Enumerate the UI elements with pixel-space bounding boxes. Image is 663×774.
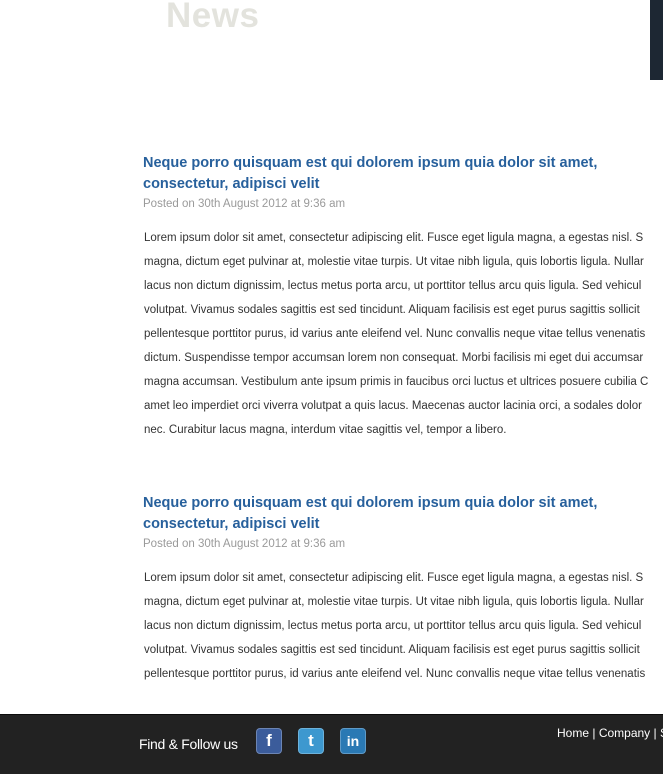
article-title-line: consectetur, adipisci velit [143,176,320,192]
article-body-line: dictum. Suspendisse tempor accumsan lore… [144,352,644,364]
article-body-line: pellentesque porttitor purus, id varius … [144,668,646,680]
article-title-line: consectetur, adipisci velit [143,516,320,532]
article-body-line: Lorem ipsum dolor sit amet, consectetur … [144,572,644,584]
article-title-line: Neque porro quisquam est qui dolorem ips… [143,155,598,171]
footer-link-company[interactable]: Company [599,726,650,740]
find-follow-label: Find & Follow us [139,736,238,752]
article-body-line: volutpat. Vivamus sodales sagittis est s… [144,304,640,316]
footer-nav: Home | Company | S [557,726,663,740]
article-body-line: pellentesque porttitor purus, id varius … [144,328,646,340]
article-body-line: volutpat. Vivamus sodales sagittis est s… [144,644,640,656]
article-title-link[interactable]: Neque porro quisquam est qui dolorem ips… [143,153,653,195]
site-footer: Find & Follow us f t in Home | Company |… [0,714,663,774]
article-body-line: magna, dictum eget pulvinar at, molestie… [144,596,644,608]
news-article: Neque porro quisquam est qui dolorem ips… [143,153,663,442]
article-body-line: magna accumsan. Vestibulum ante ipsum pr… [144,376,649,388]
news-article: Neque porro quisquam est qui dolorem ips… [143,493,663,686]
facebook-icon[interactable]: f [256,728,282,754]
article-body-line: lacus non dictum dignissim, lectus metus… [144,280,642,292]
article-title-link[interactable]: Neque porro quisquam est qui dolorem ips… [143,493,653,535]
article-title-line: Neque porro quisquam est qui dolorem ips… [143,495,598,511]
twitter-icon[interactable]: t [298,728,324,754]
article-body-line: lacus non dictum dignissim, lectus metus… [144,620,642,632]
footer-nav-separator: | [592,726,596,740]
linkedin-icon[interactable]: in [340,728,366,754]
article-body-line: Lorem ipsum dolor sit amet, consectetur … [144,232,644,244]
header-dark-strip [650,0,663,80]
article-date: Posted on 30th August 2012 at 9:36 am [143,538,346,550]
article-body-line: amet leo imperdiet orci viverra volutpat… [144,400,642,412]
footer-link-home[interactable]: Home [557,726,589,740]
page-title: News [166,0,260,35]
article-body: Lorem ipsum dolor sit amet, consectetur … [144,566,663,686]
footer-nav-separator: | [653,726,657,740]
article-body-line: magna, dictum eget pulvinar at, molestie… [144,256,644,268]
article-date: Posted on 30th August 2012 at 9:36 am [143,198,346,210]
article-body: Lorem ipsum dolor sit amet, consectetur … [144,226,663,442]
article-body-line: nec. Curabitur lacus magna, interdum vit… [144,424,507,436]
